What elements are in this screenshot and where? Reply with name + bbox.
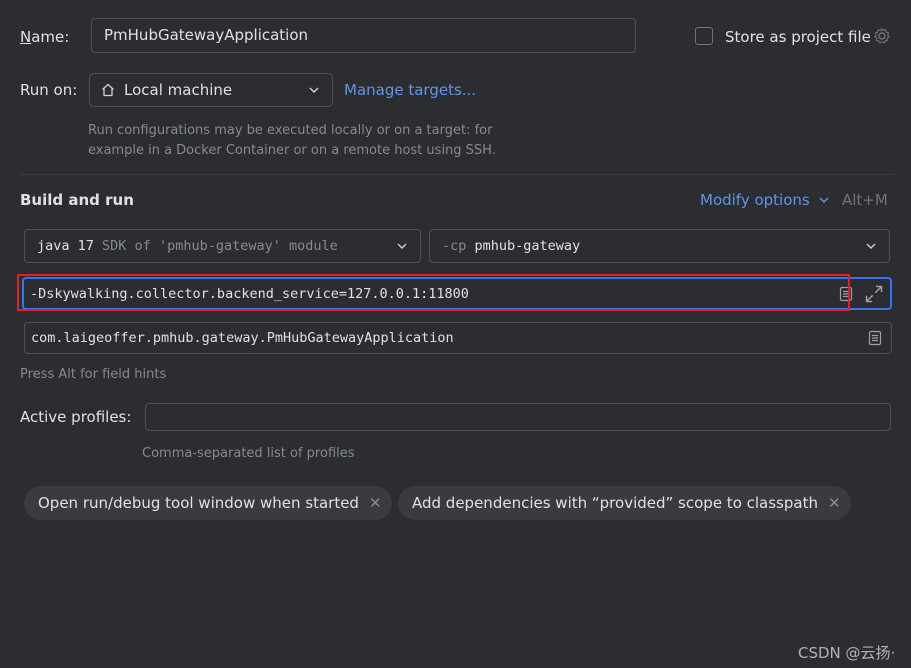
manage-targets-link[interactable]: Manage targets...: [344, 81, 476, 99]
run-on-target-value: Local machine: [124, 81, 233, 99]
sdk-select[interactable]: java 17 SDK of 'pmhub-gateway' module: [24, 229, 421, 263]
list-icon[interactable]: [838, 286, 854, 302]
browse-class-icon[interactable]: [867, 330, 883, 346]
build-and-run-title: Build and run: [20, 191, 134, 209]
main-class-input[interactable]: com.laigeoffer.pmhub.gateway.PmHubGatewa…: [24, 322, 892, 354]
run-on-target-select[interactable]: Local machine: [89, 73, 333, 107]
chip-label: Open run/debug tool window when started: [38, 494, 359, 512]
name-input[interactable]: PmHubGatewayApplication: [91, 18, 636, 53]
store-as-project-file-label: Store as project file: [725, 28, 871, 46]
home-icon: [102, 83, 114, 97]
run-on-label: Run on:: [20, 81, 78, 99]
expand-icon[interactable]: [864, 284, 884, 304]
main-class-value: com.laigeoffer.pmhub.gateway.PmHubGatewa…: [31, 330, 454, 346]
chevron-down-icon: [397, 243, 407, 249]
chevron-down-icon: [866, 243, 876, 249]
watermark-text: CSDN @云扬·: [798, 644, 896, 662]
name-label: Name:: [20, 28, 70, 46]
sdk-value: java 17 SDK of 'pmhub-gateway' module: [37, 238, 338, 254]
active-profiles-hint: Comma-separated list of profiles: [142, 446, 355, 461]
chip-open-run-debug-tool-window: Open run/debug tool window when started …: [24, 486, 392, 520]
vm-options-input[interactable]: -Dskywalking.collector.backend_service=1…: [22, 277, 892, 310]
classpath-value: -cp pmhub-gateway: [442, 238, 581, 254]
classpath-module-select[interactable]: -cp pmhub-gateway: [429, 229, 890, 263]
chevron-down-icon: [819, 197, 829, 203]
field-hints-text: Press Alt for field hints: [20, 367, 167, 382]
chip-add-provided-dependencies: Add dependencies with “provided” scope t…: [398, 486, 851, 520]
store-as-project-file-checkbox[interactable]: [695, 27, 713, 45]
modify-options-link[interactable]: Modify options: [700, 191, 832, 209]
chevron-down-icon: [309, 87, 319, 93]
modify-options-label: Modify options: [700, 191, 810, 209]
run-on-hint-line2: example in a Docker Container or on a re…: [88, 143, 496, 158]
run-on-hint-line1: Run configurations may be executed local…: [88, 123, 493, 138]
close-icon[interactable]: ✕: [828, 494, 841, 512]
section-divider: [20, 174, 894, 175]
active-profiles-label: Active profiles:: [20, 408, 132, 426]
vm-options-value: -Dskywalking.collector.backend_service=1…: [30, 285, 469, 302]
modify-options-shortcut: Alt+M: [842, 191, 888, 209]
gear-icon[interactable]: [873, 27, 891, 45]
active-profiles-input[interactable]: [145, 403, 891, 431]
chip-label: Add dependencies with “provided” scope t…: [412, 494, 818, 512]
close-icon[interactable]: ✕: [369, 494, 382, 512]
